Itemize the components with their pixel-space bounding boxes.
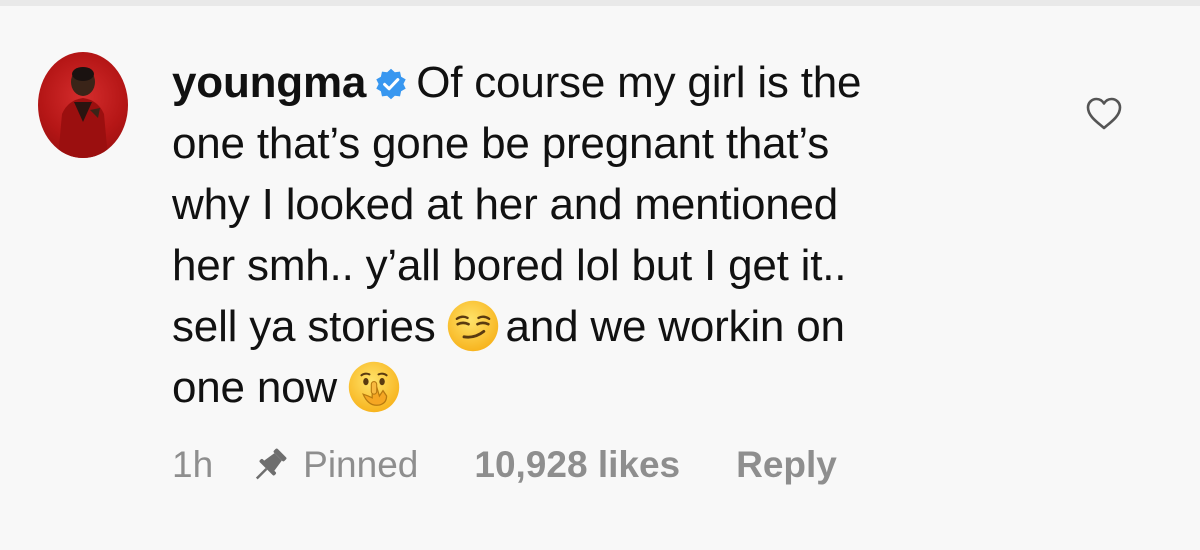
pinned-label: Pinned <box>303 444 419 485</box>
pin-icon <box>256 448 287 480</box>
comment-body: youngma Of course my girl is the one that’… <box>172 52 1032 418</box>
comment-line-5b: and we workin on <box>505 302 845 351</box>
heart-outline-icon[interactable] <box>1084 94 1124 134</box>
top-divider <box>0 0 1200 6</box>
comment-meta-row: 1h Pinned 10,928 likes Reply <box>172 440 837 490</box>
comment-timestamp: 1h <box>172 444 214 485</box>
avatar-image <box>58 67 108 158</box>
username-link[interactable]: youngma <box>172 58 366 107</box>
shushing-face-emoji <box>348 361 400 413</box>
comment-item: youngma Of course my girl is the one that’… <box>38 52 1162 512</box>
comment-line-1: Of course my girl is the <box>416 58 862 107</box>
comment-line-5a: sell ya stories <box>172 302 436 351</box>
comment-line-3: why I looked at her and mentioned <box>172 180 839 229</box>
likes-count-button[interactable]: 10,928 likes <box>474 444 680 486</box>
reply-button[interactable]: Reply <box>736 444 837 486</box>
comment-line-4: her smh.. y’all bored lol but I get it.. <box>172 241 847 290</box>
comment-line-2: one that’s gone be pregnant that’s <box>172 119 830 168</box>
verified-badge-icon <box>376 68 406 100</box>
avatar[interactable] <box>38 52 128 158</box>
comment-line-6: one now <box>172 363 337 412</box>
comment-text: youngma Of course my girl is the one that’… <box>172 52 1032 418</box>
smirking-face-emoji <box>447 300 498 352</box>
